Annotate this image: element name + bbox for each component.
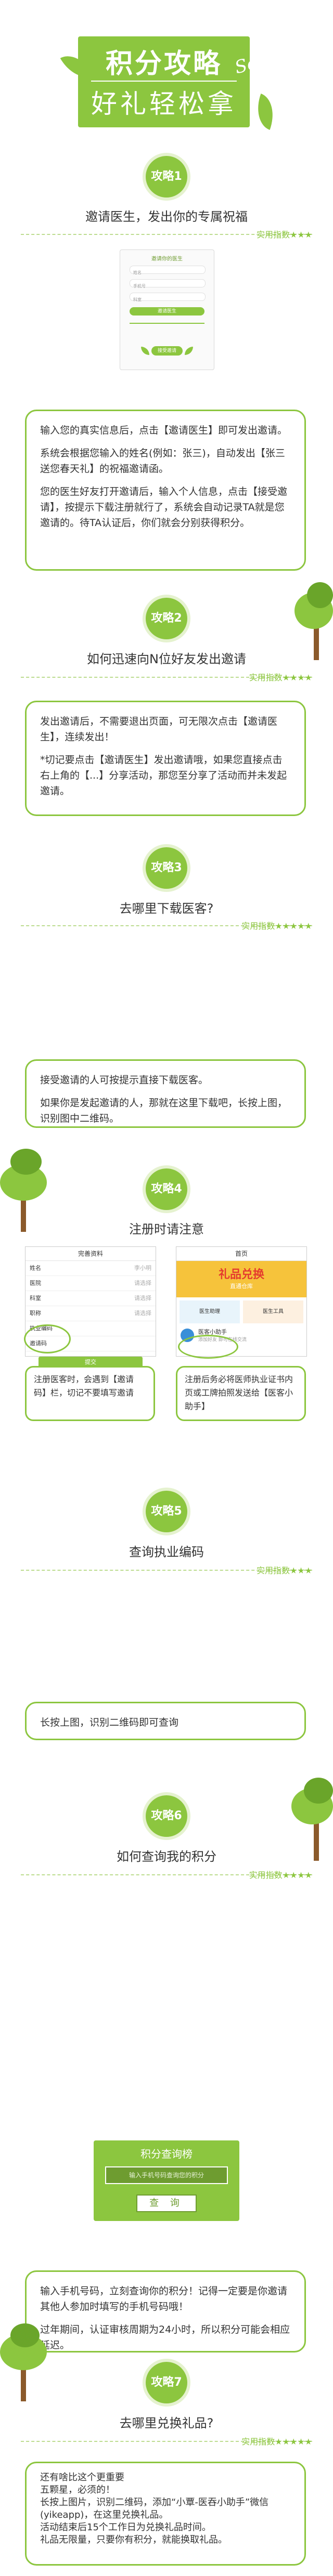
- mock-field: 科室: [130, 293, 206, 302]
- query-title: 积分查询榜: [140, 2148, 193, 2160]
- box-paragraph: 长按上图片，识别二维码，添加“小覃-医吞小助手”微信(yikeapp)，在这里兑…: [40, 2497, 269, 2520]
- box-paragraph: 接受邀请的人可按提示直接下载医客。: [40, 1074, 209, 1086]
- box-paragraph: 五颗星，必须的！: [40, 2485, 115, 2495]
- section-6-box: 输入手机号码，立刻查询你的积分！记得一定要是你邀请其他人参加时填写的手机号码哦！…: [25, 2270, 306, 2352]
- rating: 实用指数★★★: [256, 1566, 312, 1575]
- mock-invite-button: 邀请医生: [130, 307, 204, 316]
- home-card: 医生助理: [180, 1300, 240, 1323]
- section-badge: 攻略3: [146, 847, 187, 889]
- section-badge: 攻略7: [146, 2362, 187, 2403]
- phone-input[interactable]: 输入手机号码查询您的积分: [105, 2166, 228, 2184]
- note-left: 注册医客时，会遇到【邀请码】栏，切记不要填写邀请: [25, 1366, 155, 1421]
- section-title: 邀请医生，发出你的专属祝福: [85, 209, 248, 224]
- box-paragraph: 输入手机号码，立刻查询你的积分！记得一定要是你邀请其他人参加时填写的手机号码哦！: [40, 2285, 288, 2312]
- tree-illustration: [10, 2323, 40, 2347]
- section-title: 注册时请注意: [129, 1222, 204, 1237]
- note-right: 注册后务必将医师执业证书内页或工牌拍照发送给【医客小助手】: [176, 1366, 306, 1421]
- banner-title: 礼品兑换: [218, 1268, 264, 1281]
- section-7-box: 还有啥比这个更重要 五颗星，必须的！ 长按上图片，识别二维码，添加“小覃-医吞小…: [25, 2462, 306, 2566]
- header-divider: [91, 81, 237, 82]
- section-title: 如何迅速向N位好友发出邀请: [87, 652, 246, 666]
- box-paragraph: 长按上图，识别二维码即可查询: [40, 1717, 179, 1728]
- section-badge: 攻略1: [146, 156, 187, 198]
- form-row: 职称 请选择: [25, 1306, 156, 1321]
- tree-illustration: [304, 1778, 333, 1804]
- mock-field: 手机号: [130, 279, 206, 288]
- mock-title: 邀请你的医生: [151, 256, 183, 262]
- header-title: 积分攻略: [105, 48, 222, 80]
- box-paragraph: 如果你是发起邀请的人，那就在这里下载吧，长按上图，识别图中二维码。: [40, 1097, 288, 1124]
- box-paragraph: 您的医生好友打开邀请后，输入个人信息，点击【接受邀请】，按提示下载注册就行了，系…: [40, 486, 288, 529]
- form-row: 科室 请选择: [25, 1291, 156, 1306]
- rating: 实用指数★★★: [256, 230, 312, 240]
- box-paragraph: 还有啥比这个更重要: [40, 2472, 124, 2483]
- section-1-box: 输入您的真实信息后，点击【邀请医生】即可发出邀请。 系统会根据您输入的姓名(例如…: [25, 410, 306, 571]
- leaf-icon: [141, 347, 149, 355]
- leaf-icon: [185, 347, 193, 355]
- section-badge: 攻略6: [146, 1795, 187, 1837]
- section-title: 如何查询我的积分: [117, 1849, 216, 1864]
- tree-illustration: [307, 582, 333, 608]
- query-button[interactable]: 查 询: [136, 2194, 197, 2212]
- home-title: 首页: [176, 1247, 306, 1261]
- highlight-circle: [24, 1324, 71, 1353]
- section-badge: 攻略5: [146, 1491, 187, 1532]
- mock-divider: [130, 323, 204, 324]
- leaf-icon: [250, 93, 281, 130]
- header-subtitle: 好礼轻松拿: [91, 89, 237, 119]
- form-row: 医院 请选择: [25, 1276, 156, 1291]
- gift-banner: 礼品兑换 直通仓库: [176, 1261, 306, 1297]
- section-3-box: 接受邀请的人可按提示直接下载医客。 如果你是发起邀请的人，那就在这里下载吧，长按…: [25, 1059, 306, 1128]
- mock-footer-button: 接受邀请: [151, 346, 183, 356]
- banner-subtitle: 直通仓库: [230, 1283, 253, 1290]
- box-paragraph: *切记要点击【邀请医生】发出邀请哦，如果您直接点击右上角的【...】分享活动，那…: [40, 754, 287, 797]
- tree-illustration: [10, 1149, 42, 1175]
- highlight-circle: [178, 1335, 238, 1359]
- rating: 实用指数★★★★★: [241, 2437, 312, 2447]
- section-2-box: 发出邀请后，不需要退出页面，可无限次点击【邀请医生】，连续发出！ *切记要点击【…: [25, 701, 306, 816]
- box-paragraph: 输入您的真实信息后，点击【邀请医生】即可发出邀请。: [40, 425, 288, 436]
- form-title: 完善资料: [25, 1247, 156, 1261]
- home-card: 医生工具: [243, 1300, 303, 1323]
- rating: 实用指数★★★★★: [241, 921, 312, 931]
- rating: 实用指数★★★★: [249, 673, 312, 682]
- section-title: 去哪里兑换礼品?: [119, 2416, 214, 2430]
- box-paragraph: 礼品无限量，只要你有积分，就能换取礼品。: [40, 2534, 227, 2545]
- rating: 实用指数★★★★: [249, 1870, 312, 1880]
- box-paragraph: 系统会根据您输入的姓名(例如：张三)，自动发出【张三送您春天礼】的祝福邀请函。: [40, 448, 285, 475]
- mock-field: 姓名: [130, 266, 206, 275]
- box-paragraph: 发出邀请后，不需要退出页面，可无限次点击【邀请医生】，连续发出！: [40, 716, 278, 743]
- section-title: 去哪里下载医客?: [119, 901, 214, 916]
- section-5-box: 长按上图，识别二维码即可查询: [25, 1702, 306, 1740]
- section-badge: 攻略2: [146, 598, 187, 639]
- invite-mockup: 邀请你的医生 姓名 手机号 科室 邀请医生 接受邀请: [120, 249, 214, 370]
- box-paragraph: 活动结束后15个工作日为兑换礼品时间。: [40, 2522, 211, 2533]
- section-badge: 攻略4: [146, 1168, 187, 1210]
- form-row: 姓名 李小明: [25, 1261, 156, 1276]
- box-paragraph: 过年期间，认证审核周期为24小时，所以积分可能会相应延迟。: [40, 2324, 290, 2351]
- section-title: 查询执业编码: [129, 1545, 204, 1559]
